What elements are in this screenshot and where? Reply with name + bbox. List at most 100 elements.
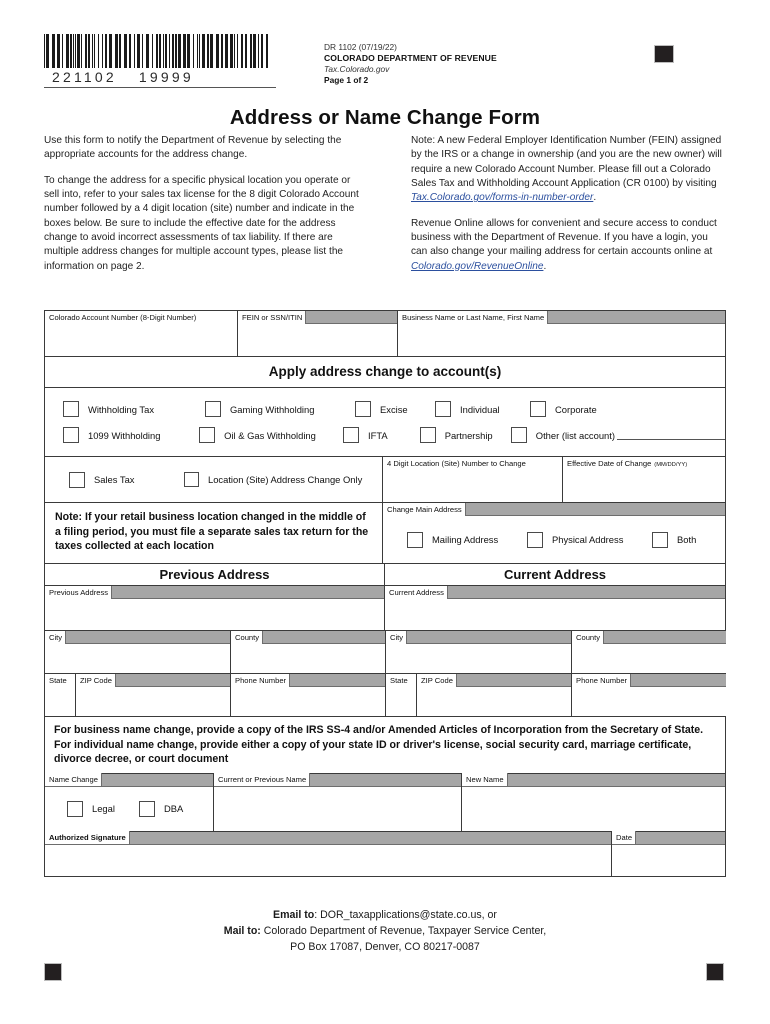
other-account-input[interactable] (616, 431, 725, 440)
previous-state-input[interactable] (45, 687, 75, 716)
email-to-label: Email to (273, 909, 315, 921)
previous-county-cell: County (231, 630, 385, 673)
checkbox-other[interactable]: Other (list account) (510, 427, 725, 443)
department-website: Tax.Colorado.gov (324, 63, 390, 74)
barcode-rule (44, 87, 276, 88)
new-name-input[interactable] (462, 786, 725, 831)
name-change-row: Name Change Legal DBA Current or Previou… (45, 773, 725, 832)
checkbox-label: Sales Tax (94, 474, 135, 485)
fein-input[interactable] (238, 324, 397, 356)
checkbox-partnership[interactable]: Partnership (419, 427, 511, 443)
checkbox-individual[interactable]: Individual (435, 401, 530, 417)
retail-note-cell: Note: If your retail business location c… (45, 503, 383, 563)
checkbox-both[interactable]: Both (652, 531, 696, 548)
previous-zip-cell: ZIP Code (76, 673, 231, 716)
current-city-input[interactable] (386, 644, 571, 673)
city-label-bar: City (386, 630, 571, 644)
checkbox-icon[interactable] (139, 800, 155, 817)
checkbox-dba[interactable]: DBA (139, 800, 183, 817)
checkbox-icon[interactable] (652, 531, 668, 548)
checkbox-icon[interactable] (435, 401, 451, 417)
sales-tax-cell: Sales Tax Location (Site) Address Change… (45, 457, 383, 502)
zip-label-bar: ZIP Code (417, 673, 571, 687)
checkbox-label: Oil & Gas Withholding (224, 429, 316, 441)
checkbox-oil-gas-withholding[interactable]: Oil & Gas Withholding (199, 427, 343, 443)
checkbox-icon[interactable] (69, 471, 85, 488)
checkbox-icon[interactable] (184, 472, 199, 487)
previous-phone-input[interactable] (231, 687, 385, 716)
checkbox-1099-withholding[interactable]: 1099 Withholding (63, 427, 199, 443)
business-name-input[interactable] (398, 324, 725, 356)
checkbox-icon[interactable] (407, 531, 423, 548)
intro-paragraph-2: To change the address for a specific phy… (44, 174, 359, 272)
previous-address-input[interactable] (45, 599, 384, 630)
current-city-county-cell: City County (386, 630, 726, 673)
checkbox-physical-address[interactable]: Physical Address (527, 531, 652, 548)
checkbox-mailing-address[interactable]: Mailing Address (407, 531, 527, 548)
checkbox-icon[interactable] (63, 401, 79, 417)
checkbox-icon[interactable] (342, 427, 359, 443)
checkbox-label: Mailing Address (432, 534, 499, 545)
registration-mark-icon (44, 963, 62, 981)
checkbox-icon[interactable] (355, 401, 371, 417)
checkbox-icon[interactable] (67, 800, 83, 817)
business-name-label-bar: Business Name or Last Name, First Name (398, 310, 725, 324)
checkbox-location-address-change-only[interactable]: Location (Site) Address Change Only (184, 472, 362, 487)
current-address-input[interactable] (385, 599, 725, 630)
previous-address-title-cell: Previous Address (45, 564, 385, 585)
checkbox-withholding-tax[interactable]: Withholding Tax (63, 401, 205, 417)
current-address-label: Current Address (385, 585, 448, 599)
checkbox-icon[interactable] (510, 427, 527, 443)
current-phone-input[interactable] (572, 687, 726, 716)
current-or-previous-name-label-bar: Current or Previous Name (214, 773, 461, 787)
business-name-cell: Business Name or Last Name, First Name (398, 310, 725, 356)
email-address: : DOR_taxapplications@state.co.us, or (314, 909, 497, 921)
checkbox-icon[interactable] (530, 401, 546, 417)
checkbox-sales-tax[interactable]: Sales Tax (69, 471, 184, 488)
state-label: State (386, 673, 416, 687)
effective-date-label: Effective Date of Change (567, 458, 652, 468)
name-change-instruction-individual: For individual name change, provide eith… (54, 738, 692, 766)
revenue-online-link[interactable]: Colorado.gov/RevenueOnline (411, 261, 543, 272)
previous-county-input[interactable] (231, 644, 385, 673)
checkbox-excise[interactable]: Excise (355, 401, 435, 417)
checkbox-corporate[interactable]: Corporate (530, 401, 597, 417)
previous-phone-cell: Phone Number (231, 673, 385, 716)
checkbox-label: Other (list account) (535, 429, 615, 441)
sales-tax-checkbox-group: Sales Tax Location (Site) Address Change… (45, 457, 382, 502)
current-address-title: Current Address (385, 564, 725, 585)
previous-city-input[interactable] (45, 644, 230, 673)
location-number-input[interactable] (383, 470, 562, 502)
date-input[interactable] (612, 844, 725, 876)
effective-date-input[interactable] (563, 470, 725, 502)
checkbox-gaming-withholding[interactable]: Gaming Withholding (205, 401, 355, 417)
current-address-cell: Current Address (385, 585, 725, 630)
current-or-previous-name-input[interactable] (214, 786, 461, 831)
forms-in-number-order-link[interactable]: Tax.Colorado.gov/forms-in-number-order (411, 192, 593, 203)
checkbox-icon[interactable] (419, 427, 436, 443)
current-state-input[interactable] (386, 687, 416, 716)
intro-section: Use this form to notify the Department o… (44, 134, 726, 285)
previous-zip-input[interactable] (76, 687, 230, 716)
current-county-cell: County (572, 630, 726, 673)
authorized-signature-input[interactable] (45, 844, 611, 876)
checkbox-icon[interactable] (199, 427, 216, 443)
checkbox-icon[interactable] (63, 427, 79, 443)
current-county-input[interactable] (572, 644, 726, 673)
name-change-label: Name Change (45, 773, 102, 787)
page-number-label: Page 1 of 2 (324, 74, 369, 85)
intro-note-fein: Note: A new Federal Employer Identificat… (411, 134, 726, 206)
checkbox-label: Withholding Tax (88, 403, 155, 415)
phone-label: Phone Number (231, 673, 291, 687)
account-type-checkbox-area: Withholding Tax Gaming Withholding Excis… (45, 388, 725, 457)
account-number-input[interactable] (45, 324, 237, 356)
current-zip-cell: ZIP Code (417, 673, 572, 716)
intro-left-column: Use this form to notify the Department o… (44, 134, 359, 285)
current-zip-input[interactable] (417, 687, 571, 716)
authorized-signature-label: Authorized Signature (45, 831, 130, 845)
checkbox-icon[interactable] (205, 401, 221, 417)
checkbox-legal[interactable]: Legal (67, 800, 139, 817)
checkbox-ifta[interactable]: IFTA (342, 427, 420, 443)
intro-note-revenue-online: Revenue Online allows for convenient and… (411, 217, 726, 274)
checkbox-icon[interactable] (527, 531, 543, 548)
